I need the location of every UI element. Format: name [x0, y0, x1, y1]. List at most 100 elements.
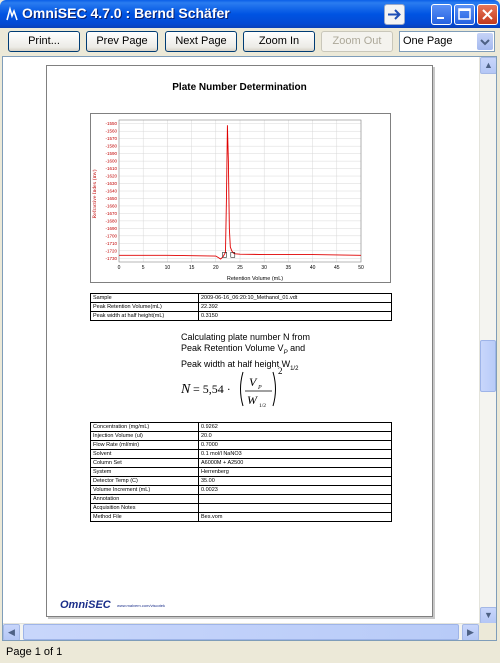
summary-value: 22.392	[198, 302, 392, 312]
maximize-button[interactable]	[454, 4, 475, 25]
y-tick-label: -1590	[105, 151, 117, 156]
minimize-button[interactable]	[431, 4, 452, 25]
omnisec-logo: OmniSEC	[60, 599, 111, 611]
summary-row: Peak width at half height(mL) 0.3150	[90, 311, 392, 321]
next-page-button[interactable]: Next Page	[165, 31, 237, 52]
param-label: Detector Temp (C)	[90, 476, 199, 486]
y-tick-label: -1580	[105, 144, 117, 149]
y-tick-label: -1640	[105, 189, 117, 194]
param-value	[198, 494, 392, 504]
param-value: 0.1 mol/l NaNO3	[198, 449, 392, 459]
x-tick-label: 40	[310, 265, 316, 271]
x-tick-label: 30	[261, 265, 267, 271]
param-label: Column Set	[90, 458, 199, 468]
y-tick-label: -1660	[105, 203, 117, 208]
vertical-scrollbar[interactable]: ▲ ▼	[479, 57, 496, 624]
formula-line-2: Peak Retention Volume VP and	[181, 343, 306, 356]
summary-label: Sample	[90, 293, 199, 303]
y-tick-label: -1650	[105, 196, 117, 201]
view-mode-select[interactable]: One Page	[399, 31, 495, 52]
x-axis-label: Retention Volume (mL)	[227, 276, 283, 282]
close-icon	[482, 9, 493, 20]
param-label: Acquisition Notes	[90, 503, 199, 513]
y-tick-label: -1670	[105, 211, 117, 216]
param-row: Injection Volume (ul) 20.0	[90, 431, 392, 441]
scroll-left-button[interactable]: ◀	[3, 624, 20, 640]
y-tick-label: -1620	[105, 174, 117, 179]
window-title: OmniSEC 4.7.0 : Bernd Schäfer	[22, 5, 230, 21]
param-value	[198, 503, 392, 513]
param-row: Column Set A6000M + A2500	[90, 458, 392, 468]
x-tick-label: 45	[334, 265, 340, 271]
param-row: Acquisition Notes	[90, 503, 392, 513]
param-row: Annotation	[90, 494, 392, 504]
summary-value: 2009-06-16_06:20:10_Methanol_01.vdt	[198, 293, 392, 303]
scroll-up-button[interactable]: ▲	[480, 57, 496, 74]
status-bar: Page 1 of 1	[0, 642, 500, 663]
x-tick-label: 25	[237, 265, 243, 271]
zoom-out-button[interactable]: Zoom Out	[321, 31, 393, 52]
view-mode-value: One Page	[403, 35, 453, 47]
param-row: Method File Bes.vom	[90, 512, 392, 522]
x-tick-label: 35	[286, 265, 292, 271]
param-row: Solvent 0.1 mol/l NaNO3	[90, 449, 392, 459]
scroll-right-button[interactable]: ▶	[462, 624, 479, 640]
minimize-icon	[437, 17, 444, 19]
y-tick-label: -1690	[105, 226, 117, 231]
report-page: Plate Number Determination Refractive In…	[46, 65, 433, 617]
param-label: System	[90, 467, 199, 477]
y-axis-label: Refractive Index (mv)	[91, 169, 98, 218]
formula-line-2-text: Peak Retention Volume V	[181, 343, 284, 353]
document-viewer[interactable]: Plate Number Determination Refractive In…	[2, 56, 497, 641]
summary-row: Sample 2009-06-16_06:20:10_Methanol_01.vd…	[90, 293, 392, 303]
param-row: Detector Temp (C) 35.00	[90, 476, 392, 486]
scroll-down-button[interactable]: ▼	[480, 607, 496, 624]
formula-numerator: V	[249, 375, 258, 389]
param-label: Method File	[90, 512, 199, 522]
x-tick-label: 10	[165, 265, 171, 271]
param-label: Injection Volume (ul)	[90, 431, 199, 441]
y-tick-label: -1700	[105, 233, 117, 238]
x-tick-label: 20	[213, 265, 219, 271]
param-value: 35.00	[198, 476, 392, 486]
horizontal-scrollbar[interactable]: ◀ ▶	[3, 623, 479, 640]
y-tick-label: -1560	[105, 129, 117, 134]
param-value: A6000M + A2500	[198, 458, 392, 468]
y-tick-label: -1550	[105, 121, 117, 126]
vertical-scroll-thumb[interactable]	[480, 340, 496, 392]
formula-exponent: 2	[278, 366, 283, 376]
formula-line-1: Calculating plate number N from	[181, 332, 311, 342]
y-tick-label: -1720	[105, 248, 117, 253]
zoom-in-button[interactable]: Zoom In	[243, 31, 315, 52]
chromatogram-chart: Refractive Index (mv) Retention Volume (…	[90, 113, 391, 283]
close-button[interactable]	[477, 4, 498, 25]
param-label: Volume Increment (mL)	[90, 485, 199, 495]
y-tick-label: -1730	[105, 256, 117, 261]
summary-value: 0.3150	[198, 311, 392, 321]
prev-page-button[interactable]: Prev Page	[86, 31, 158, 52]
title-bar: OmniSEC 4.7.0 : Bernd Schäfer	[0, 0, 500, 28]
summary-label: Peak width at half height(mL)	[90, 311, 199, 321]
param-row: Flow Rate (ml/min) 0.7000	[90, 440, 392, 450]
formula-denominator: W	[247, 393, 258, 407]
summary-row: Peak Retention Volume(mL) 22.392	[90, 302, 392, 312]
help-arrow-button[interactable]	[384, 4, 405, 25]
horizontal-scroll-thumb[interactable]	[23, 624, 459, 640]
param-label: Solvent	[90, 449, 199, 459]
y-tick-label: -1630	[105, 181, 117, 186]
param-label: Annotation	[90, 494, 199, 504]
x-tick-label: 5	[142, 265, 145, 271]
print-button[interactable]: Print...	[8, 31, 80, 52]
summary-label: Peak Retention Volume(mL)	[90, 302, 199, 312]
param-value: 0.9262	[198, 422, 392, 432]
x-tick-label: 15	[189, 265, 195, 271]
param-row: System Herrenberg	[90, 467, 392, 477]
arrow-right-icon	[388, 9, 401, 20]
dropdown-arrow[interactable]	[477, 33, 493, 50]
scrollbar-corner	[479, 623, 496, 640]
formula-denominator-sub: 1/2	[259, 403, 266, 409]
param-row: Volume Increment (mL) 0.0023	[90, 485, 392, 495]
y-tick-label: -1600	[105, 159, 117, 164]
formula-line-3-sub: 1/2	[290, 365, 299, 372]
param-label: Concentration (mg/mL)	[90, 422, 199, 432]
